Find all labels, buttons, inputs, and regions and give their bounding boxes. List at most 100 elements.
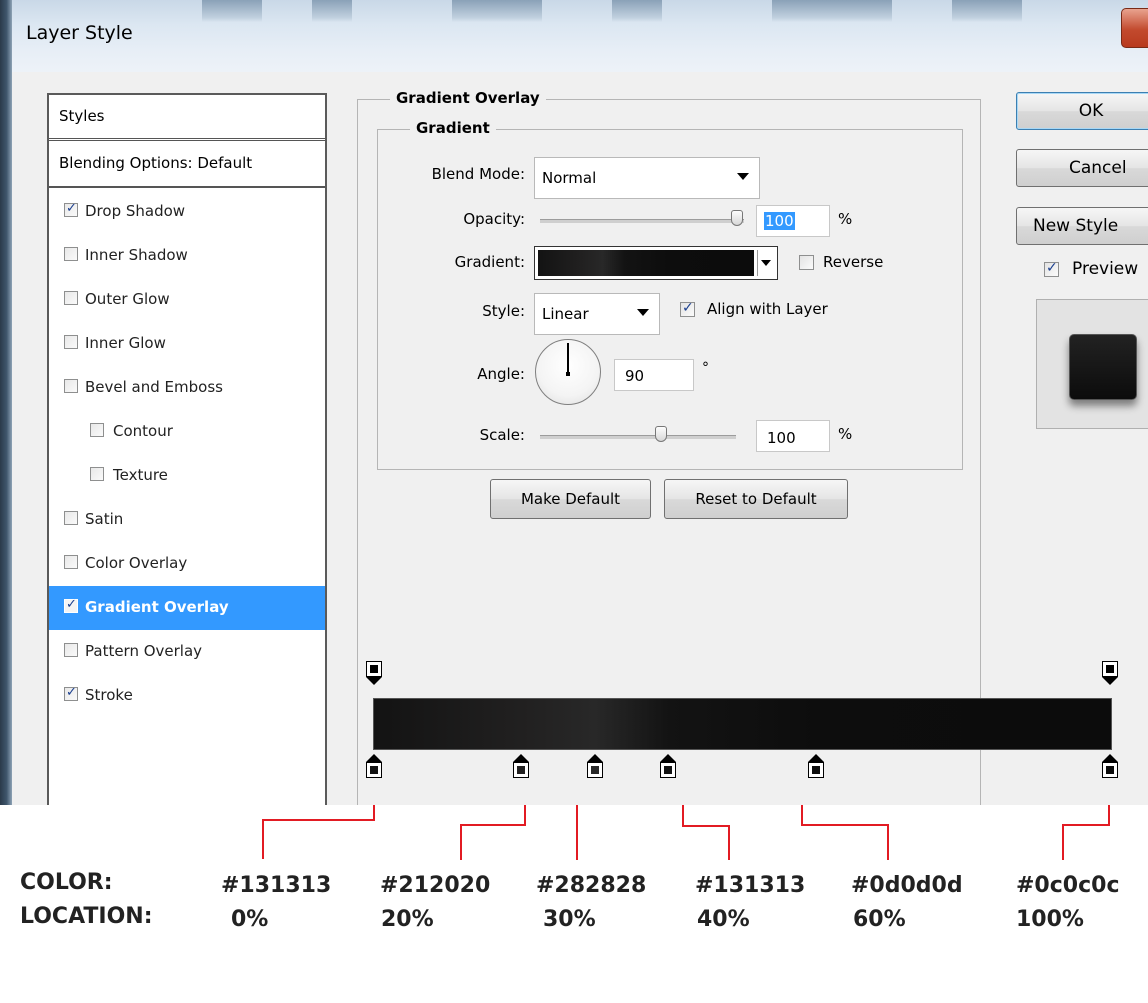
location-row-label: LOCATION: [20,904,153,929]
style-item-color-overlay[interactable]: Color Overlay [49,542,325,586]
angle-input[interactable]: 90 [614,359,694,391]
style-item-inner-glow[interactable]: Inner Glow [49,322,325,366]
gradient-overlay-checkbox[interactable] [64,597,78,613]
angle-dial[interactable] [535,339,601,405]
satin-checkbox[interactable] [64,511,78,525]
style-item-label: Inner Glow [85,334,166,352]
style-item-stroke[interactable]: Stroke [49,674,325,718]
cancel-label: Cancel [1069,158,1127,178]
color-stop-3[interactable] [660,754,677,778]
ok-button[interactable]: OK [1016,92,1148,130]
stop-color-1: #212020 [380,873,491,898]
style-item-label: Gradient Overlay [85,598,229,616]
annotation-line [728,825,730,860]
angle-value: 90 [625,367,645,385]
annotation-line [262,819,264,859]
style-item-label: Outer Glow [85,290,170,308]
style-item-contour[interactable]: Contour [49,410,325,454]
opacity-value: 100 [764,212,795,230]
scale-label: Scale: [479,426,525,444]
cancel-button[interactable]: Cancel [1016,149,1148,187]
reset-to-default-button[interactable]: Reset to Default [664,479,848,519]
style-item-label: Stroke [85,686,133,704]
inner-shadow-checkbox[interactable] [64,247,78,261]
opacity-input[interactable]: 100 [756,205,830,237]
opacity-slider-thumb[interactable] [731,210,743,226]
stop-color-4: #0d0d0d [851,873,963,898]
style-item-label: Texture [113,466,168,484]
blending-options-item[interactable]: Blending Options: Default [49,142,325,188]
gradient-dropdown-button[interactable] [757,250,775,276]
bevel-and-emboss-checkbox[interactable] [64,379,78,393]
color-stop-4[interactable] [807,754,824,778]
annotation-line [801,805,803,826]
gradient-picker[interactable] [534,246,778,280]
scale-value: 100 [767,429,796,447]
stop-color-0: #131313 [221,873,332,898]
blending-options-label: Blending Options: Default [59,154,253,172]
annotation-line [262,819,375,821]
color-row-label: COLOR: [20,870,113,895]
style-item-label: Pattern Overlay [85,642,203,660]
style-item-pattern-overlay[interactable]: Pattern Overlay [49,630,325,674]
inner-glow-checkbox[interactable] [64,335,78,349]
chevron-down-icon [737,173,749,180]
align-with-layer-checkbox[interactable] [680,300,695,317]
color-stop-1[interactable] [513,754,530,778]
opacity-stop-left[interactable] [366,661,382,685]
color-stop-2[interactable] [586,754,603,778]
contour-checkbox[interactable] [90,423,104,437]
stop-location-5: 100% [1016,907,1084,932]
stop-color-3: #131313 [695,873,806,898]
blend-mode-dropdown[interactable]: Normal [534,157,760,199]
style-item-outer-glow[interactable]: Outer Glow [49,278,325,322]
style-item-inner-shadow[interactable]: Inner Shadow [49,234,325,278]
make-default-button[interactable]: Make Default [490,479,651,519]
preview-label: Preview [1072,259,1139,279]
color-stop-5[interactable] [1102,754,1118,778]
gradient-preview-swatch[interactable] [538,250,754,276]
close-button[interactable] [1121,8,1148,48]
stop-location-2: 30% [543,907,596,932]
scale-input[interactable]: 100 [756,420,830,452]
annotation-line [682,825,730,827]
scale-slider-thumb[interactable] [655,426,667,442]
new-style-button[interactable]: New Style [1016,207,1148,245]
preview-swatch [1069,334,1137,400]
angle-unit: ° [702,360,709,376]
style-item-drop-shadow[interactable]: Drop Shadow [49,190,325,234]
annotation-line [801,824,889,826]
styles-header[interactable]: Styles [49,95,325,141]
annotation-line [373,805,375,821]
gradient-bar[interactable] [373,698,1112,750]
style-item-texture[interactable]: Texture [49,454,325,498]
annotation-line [460,824,462,860]
style-preview-box [1036,299,1148,429]
opacity-stop-right[interactable] [1102,661,1118,685]
annotation-line [1062,824,1064,860]
reverse-checkbox[interactable] [799,255,814,270]
blend-mode-value: Normal [542,169,597,187]
drop-shadow-checkbox[interactable] [64,201,78,217]
style-item-gradient-overlay[interactable]: Gradient Overlay [49,586,325,630]
annotation-line [1108,805,1110,826]
style-item-bevel-and-emboss[interactable]: Bevel and Emboss [49,366,325,410]
pattern-overlay-checkbox[interactable] [64,643,78,657]
annotation-line [887,824,889,860]
window-title: Layer Style [26,22,133,44]
scale-slider[interactable] [540,435,736,439]
title-bar[interactable]: Layer Style [12,0,1148,72]
color-overlay-checkbox[interactable] [64,555,78,569]
opacity-slider[interactable] [540,219,744,223]
opacity-label: Opacity: [463,210,525,228]
stop-location-1: 20% [381,907,434,932]
stroke-checkbox[interactable] [64,685,78,701]
stop-color-5: #0c0c0c [1016,873,1120,898]
preview-checkbox[interactable] [1044,260,1059,277]
style-item-satin[interactable]: Satin [49,498,325,542]
style-dropdown[interactable]: Linear [534,293,660,335]
color-stop-0[interactable] [366,754,382,778]
style-item-label: Bevel and Emboss [85,378,223,396]
texture-checkbox[interactable] [90,467,104,481]
outer-glow-checkbox[interactable] [64,291,78,305]
